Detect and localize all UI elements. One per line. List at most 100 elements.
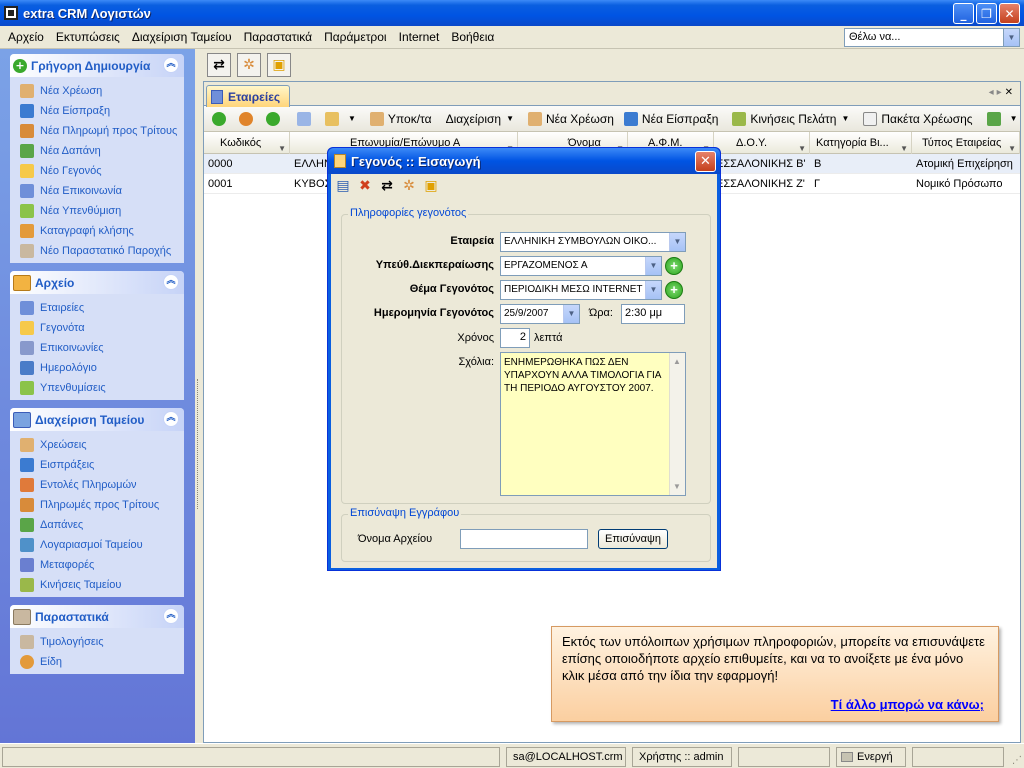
sticky-note-icon[interactable]: ▣ — [422, 177, 440, 195]
filename-label: Όνομα Αρχείου — [358, 533, 433, 545]
sidebar-item-receipts[interactable]: Εισπράξεις — [20, 455, 184, 475]
sticky-note-icon[interactable]: ▣ — [267, 53, 291, 77]
add-handler-button[interactable]: + — [665, 257, 683, 275]
charge-packages-button[interactable]: Πακέτα Χρέωσης — [858, 111, 977, 126]
save-icon[interactable]: ▤ — [334, 177, 352, 195]
chevron-down-icon[interactable]: ▼ — [669, 233, 685, 251]
tab-nav[interactable]: ◂▸✕ — [989, 87, 1016, 98]
chevron-down-icon[interactable]: ▼ — [645, 257, 661, 275]
network-icon[interactable]: ✲ — [237, 53, 261, 77]
col-tax-office[interactable]: Δ.Ο.Υ. ▼ — [714, 132, 810, 154]
new-receipt-button[interactable]: Νέα Είσπραξη — [619, 111, 723, 126]
switch-icon[interactable]: ⇄ — [207, 53, 231, 77]
sidebar-item-new-expense[interactable]: Νέα Δαπάνη — [20, 141, 184, 161]
subtotals-button[interactable]: Υποκ/τα — [365, 111, 437, 126]
panel-archive-header[interactable]: Αρχείο ︽ — [10, 271, 184, 294]
panel-docs-header[interactable]: Παραστατικά ︽ — [10, 605, 184, 628]
sidebar-item-companies[interactable]: Εταιρείες — [20, 298, 184, 318]
sidebar-item-new-service-doc[interactable]: Νέο Παραστατικό Παροχής — [20, 241, 184, 261]
sidebar-item-new-event[interactable]: Νέο Γεγονός — [20, 161, 184, 181]
chevron-down-icon[interactable]: ▼ — [645, 281, 661, 299]
sidebar-item-cash-accounts[interactable]: Λογαριασμοί Ταμείου — [20, 535, 184, 555]
tab-companies[interactable]: Εταιρείες — [206, 85, 290, 107]
menu-file[interactable]: Αρχείο — [2, 30, 50, 44]
col-company-type[interactable]: Τύπος Εταιρείας ▼ — [912, 132, 1020, 154]
collapse-icon[interactable]: ︽ — [163, 57, 179, 73]
chevron-down-icon[interactable]: ▼ — [563, 305, 579, 323]
sidebar-item-new-communication[interactable]: Νέα Επικοινωνία — [20, 181, 184, 201]
panel-quick-create-header[interactable]: + Γρήγορη Δημιουργία ︽ — [10, 54, 184, 77]
sidebar-item-communications[interactable]: Επικοινωνίες — [20, 338, 184, 358]
app-icon — [4, 6, 18, 20]
remove-icon[interactable] — [261, 111, 288, 126]
collapse-icon[interactable]: ︽ — [163, 608, 179, 624]
dialog-close-button[interactable]: ✕ — [695, 151, 716, 172]
menu-print[interactable]: Εκτυπώσεις — [50, 30, 126, 44]
filter-icon[interactable]: ▼ — [320, 111, 361, 126]
sidebar-item-reminders[interactable]: Υπενθυμίσεις — [20, 378, 184, 398]
sidebar-item-expenses[interactable]: Δαπάνες — [20, 515, 184, 535]
menu-parameters[interactable]: Παράμετροι — [318, 30, 393, 44]
panel-docs: Παραστατικά ︽ Τιμολογήσεις Είδη — [10, 605, 184, 674]
splitter[interactable] — [195, 49, 203, 743]
date-picker[interactable]: 25/9/2007 ▼ — [500, 304, 580, 324]
sidebar-item-cash-moves[interactable]: Κινήσεις Ταμείου — [20, 575, 184, 595]
add-icon[interactable] — [207, 111, 234, 126]
main-toolbar: ⇄ ✲ ▣ — [203, 49, 1024, 81]
scrollbar[interactable] — [669, 353, 685, 495]
chevron-down-icon[interactable]: ▼ — [1003, 29, 1019, 46]
menu-documents[interactable]: Παραστατικά — [238, 30, 318, 44]
sidebar-item-invoicing[interactable]: Τιμολογήσεις — [20, 632, 184, 652]
add-topic-button[interactable]: + — [665, 281, 683, 299]
want-to-combo[interactable]: Θέλω να... ▼ — [844, 28, 1020, 47]
sidebar-item-calendar[interactable]: Ημερολόγιο — [20, 358, 184, 378]
topic-combo[interactable]: ΠΕΡΙΟΔΙΚΗ ΜΕΣΩ INTERNET ▼ — [500, 280, 662, 300]
sidebar-item-payment-orders[interactable]: Εντολές Πληρωμών — [20, 475, 184, 495]
tip-more-link[interactable]: Τί άλλο μπορώ να κάνω; — [831, 696, 984, 713]
comments-textarea[interactable]: ΕΝΗΜΕΡΩΘΗΚΑ ΠΩΣ ΔΕΝ ΥΠΑΡΧΟΥΝ ΑΛΛΑ ΤΙΜΟΛΟ… — [500, 352, 686, 496]
collapse-icon[interactable]: ︽ — [163, 411, 179, 427]
handler-combo[interactable]: ΕΡΓΑΖΟΜΕΝΟΣ Α ▼ — [500, 256, 662, 276]
attach-button[interactable]: Επισύναψη — [598, 529, 668, 549]
third-party-icon — [20, 498, 34, 512]
cancel-icon[interactable]: ✖ — [356, 177, 374, 195]
export-icon[interactable]: ▼ — [982, 111, 1020, 126]
menu-internet[interactable]: Internet — [393, 30, 446, 44]
col-code[interactable]: Κωδικός ▼ — [204, 132, 290, 154]
refresh-icon[interactable] — [234, 111, 261, 126]
dialog-titlebar[interactable]: Γεγονός :: Εισαγωγή ✕ — [328, 148, 720, 174]
collapse-icon[interactable]: ︽ — [163, 274, 179, 290]
panel-title: Διαχείριση Ταμείου — [35, 412, 145, 427]
manage-button[interactable]: Διαχείριση ▼ — [441, 112, 519, 126]
company-combo[interactable]: ΕΛΛΗΝΙΚΗ ΣΥΜΒΟΥΛΩΝ ΟΙΚΟ... ▼ — [500, 232, 686, 252]
sidebar-item-products[interactable]: Είδη — [20, 652, 184, 672]
panel-cash-header[interactable]: Διαχείριση Ταμείου ︽ — [10, 408, 184, 431]
col-category[interactable]: Κατηγορία Βι... ▼ — [810, 132, 912, 154]
sidebar-item-new-reminder[interactable]: Νέα Υπενθύμιση — [20, 201, 184, 221]
sidebar-item-new-charge[interactable]: Νέα Χρέωση — [20, 81, 184, 101]
switch-icon[interactable]: ⇄ — [378, 177, 396, 195]
network-icon[interactable]: ✲ — [400, 177, 418, 195]
client-moves-button[interactable]: Κινήσεις Πελάτη ▼ — [727, 111, 854, 126]
cash-moves-icon — [20, 578, 34, 592]
sidebar-item-new-receipt[interactable]: Νέα Είσπραξη — [20, 101, 184, 121]
duration-unit: λεπτά — [534, 332, 563, 344]
new-charge-button[interactable]: Νέα Χρέωση — [523, 111, 619, 126]
sidebar-item-third-party-payments[interactable]: Πληρωμές προς Τρίτους — [20, 495, 184, 515]
sidebar-item-new-payment[interactable]: Νέα Πληρωμή προς Τρίτους — [20, 121, 184, 141]
menu-help[interactable]: Βοήθεια — [445, 30, 500, 44]
menu-cash[interactable]: Διαχείριση Ταμείου — [126, 30, 238, 44]
sidebar-item-log-call[interactable]: Καταγραφή κλήσης — [20, 221, 184, 241]
sidebar-item-events[interactable]: Γεγονότα — [20, 318, 184, 338]
search-icon[interactable] — [292, 111, 320, 126]
minimize-button[interactable]: _ — [953, 3, 974, 24]
restore-button[interactable]: ❐ — [976, 3, 997, 24]
state-icon — [841, 752, 853, 763]
sidebar-item-transfers[interactable]: Μεταφορές — [20, 555, 184, 575]
filename-input[interactable] — [460, 529, 588, 549]
resize-grip-icon[interactable]: ⋰ — [1012, 755, 1022, 766]
time-input[interactable]: 2:30 μμ — [621, 304, 685, 324]
sidebar-item-charges[interactable]: Χρεώσεις — [20, 435, 184, 455]
duration-input[interactable]: 2 — [500, 328, 530, 348]
close-button[interactable]: ✕ — [999, 3, 1020, 24]
